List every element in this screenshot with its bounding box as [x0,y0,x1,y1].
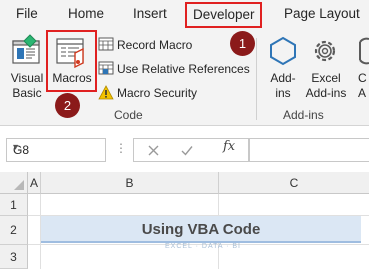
ribbon: File Home Insert Developer Page Layout 1… [0,0,369,126]
row-header-3[interactable]: 3 [0,245,28,269]
group-separator [256,38,257,120]
macro-security-label: Macro Security [117,86,198,100]
visual-basic-label: Visual Basic [10,71,44,100]
select-all-triangle-icon [14,180,24,190]
excel-add-ins-label: Excel Add-ins [305,71,347,100]
formula-bar-resize-handle[interactable]: ⋮ [115,141,128,155]
tab-developer[interactable]: Developer [185,2,262,28]
com-add-ins-icon [359,37,369,65]
tab-file[interactable]: File [16,6,38,21]
add-ins-label: Add- ins [270,71,296,100]
record-macro-label: Record Macro [117,38,193,52]
use-relative-references-label: Use Relative References [117,62,250,76]
warning-icon [98,85,114,100]
column-header-b[interactable]: B [41,172,219,194]
com-add-ins-label: C A [358,71,367,100]
gear-icon [314,40,336,62]
relative-references-icon [98,61,114,75]
add-ins-icon [270,36,296,66]
title-cell-text: Using VBA Code [141,221,261,238]
select-all-corner[interactable] [0,172,28,194]
code-group-label: Code [114,108,143,122]
callout-badge-1: 1 [230,31,255,56]
tab-insert[interactable]: Insert [133,6,167,21]
callout-badge-2: 2 [55,93,80,118]
chevron-down-icon[interactable]: ▾ [13,142,99,153]
macros-highlight-box [46,30,97,92]
record-macro-icon [98,37,114,51]
visual-basic-icon [12,34,40,64]
add-ins-group-label: Add-ins [283,108,324,122]
watermark: EXCEL · DATA · BI [165,243,241,250]
enter-check-icon[interactable] [181,145,193,156]
column-header-a[interactable]: A [28,172,41,194]
column-header-c[interactable]: C [219,172,369,194]
cancel-icon[interactable] [148,145,159,156]
tab-page-layout[interactable]: Page Layout [284,6,360,21]
formula-input[interactable] [249,138,369,162]
title-cell-b2[interactable]: Using VBA Code [41,216,361,243]
row-header-1[interactable]: 1 [0,194,28,216]
tab-developer-label: Developer [193,7,255,22]
tab-home[interactable]: Home [68,6,104,21]
insert-function-button[interactable]: fx [223,139,235,154]
name-box[interactable]: G8 ▾ [6,138,106,162]
row-header-2[interactable]: 2 [0,216,28,245]
excel-window: File Home Insert Developer Page Layout 1… [0,0,369,269]
